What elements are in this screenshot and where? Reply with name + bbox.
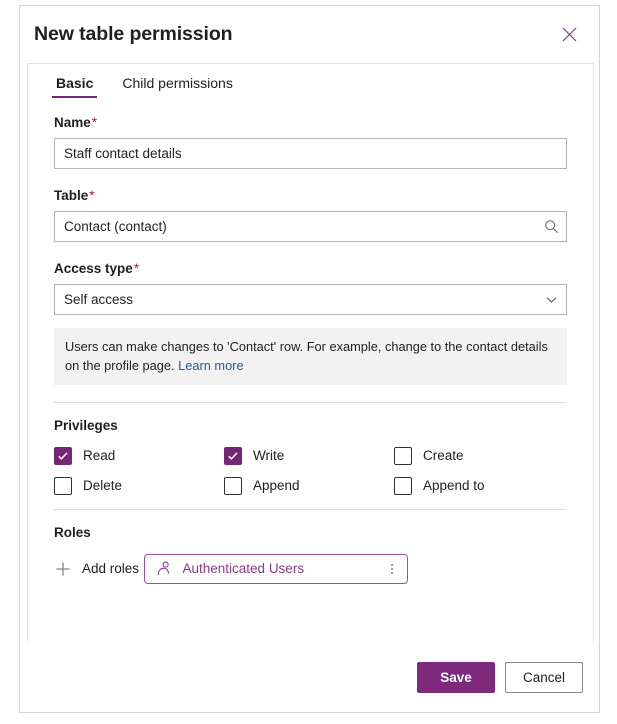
divider-privileges [54, 402, 567, 403]
person-icon-glyph [157, 561, 169, 576]
access-type-required-marker: * [133, 261, 140, 276]
save-button[interactable]: Save [417, 661, 495, 693]
search-icon[interactable] [537, 212, 566, 241]
privileges-grid: Read Write Create Delete Append Append t… [54, 447, 567, 495]
privilege-label-read: Read [83, 448, 116, 463]
learn-more-link[interactable]: Learn more [178, 358, 243, 373]
plus-icon [54, 560, 72, 578]
name-label-text: Name [54, 115, 91, 130]
new-table-permission-panel: New table permission Basic Child permiss… [19, 5, 600, 713]
access-type-label-text: Access type [54, 261, 133, 276]
role-chip-label: Authenticated Users [182, 561, 305, 576]
privilege-checkbox-delete[interactable]: Delete [54, 477, 224, 495]
checkbox-write-box [224, 447, 242, 465]
access-type-select-wrap: Self access [54, 284, 567, 315]
access-type-info-box: Users can make changes to 'Contact' row.… [54, 328, 567, 385]
add-roles-button[interactable]: Add roles [54, 560, 139, 578]
role-chip-authenticated-users[interactable]: Authenticated Users [143, 554, 408, 584]
checkbox-read-box [54, 447, 72, 465]
plus-icon-glyph [56, 562, 70, 576]
access-type-select[interactable]: Self access [54, 284, 567, 315]
roles-title: Roles [54, 525, 91, 540]
name-input-wrap [54, 138, 567, 169]
privilege-label-append: Append [253, 478, 300, 493]
person-icon [156, 561, 173, 578]
search-icon-glyph [545, 220, 558, 233]
privilege-checkbox-write[interactable]: Write [224, 447, 394, 465]
page-title: New table permission [34, 22, 233, 45]
panel-footer: Save Cancel [20, 642, 599, 712]
privilege-checkbox-append-to[interactable]: Append to [394, 477, 564, 495]
close-icon-glyph [562, 27, 576, 41]
privilege-label-write: Write [253, 448, 285, 463]
privilege-label-create: Create [423, 448, 464, 463]
more-vertical-icon[interactable] [379, 556, 405, 582]
access-type-info-text: Users can make changes to 'Contact' row.… [65, 339, 548, 373]
privilege-label-delete: Delete [83, 478, 123, 493]
checkbox-append-to-box [394, 477, 412, 495]
tab-child-permissions[interactable]: Child permissions [118, 75, 236, 98]
table-label-text: Table [54, 188, 89, 203]
name-field-group: Name* [54, 114, 567, 169]
permission-form: Name* Table* [28, 98, 593, 590]
table-required-marker: * [89, 188, 95, 203]
table-label: Table* [54, 187, 567, 205]
divider-roles [54, 509, 567, 510]
privileges-title: Privileges [54, 418, 118, 433]
cancel-button[interactable]: Cancel [505, 661, 583, 693]
table-input-wrap [54, 211, 567, 242]
chevron-down-icon[interactable] [537, 285, 566, 314]
tab-basic[interactable]: Basic [52, 75, 98, 98]
role-chip-content: Authenticated Users [156, 560, 305, 578]
checkbox-create-box [394, 447, 412, 465]
form-card: Basic Child permissions Name* Table* [27, 63, 594, 641]
table-field-group: Table* [54, 187, 567, 242]
access-type-label: Access type* [54, 260, 567, 278]
more-vertical-icon-glyph [390, 564, 393, 574]
check-icon [228, 452, 238, 460]
name-input[interactable] [54, 138, 567, 169]
access-type-value: Self access [64, 292, 134, 307]
access-type-field-group: Access type* Self access [54, 260, 567, 315]
close-icon[interactable] [553, 18, 585, 50]
panel-header: New table permission [20, 6, 599, 62]
privilege-checkbox-read[interactable]: Read [54, 447, 224, 465]
table-input[interactable] [54, 211, 567, 242]
privilege-label-append-to: Append to [423, 478, 485, 493]
check-icon [58, 452, 68, 460]
name-label: Name* [54, 114, 567, 132]
checkbox-append-box [224, 477, 242, 495]
privilege-checkbox-append[interactable]: Append [224, 477, 394, 495]
chevron-down-icon-glyph [546, 297, 557, 303]
add-roles-label: Add roles [82, 561, 140, 576]
name-required-marker: * [91, 115, 98, 130]
checkbox-delete-box [54, 477, 72, 495]
tab-list: Basic Child permissions [28, 64, 593, 98]
privilege-checkbox-create[interactable]: Create [394, 447, 564, 465]
